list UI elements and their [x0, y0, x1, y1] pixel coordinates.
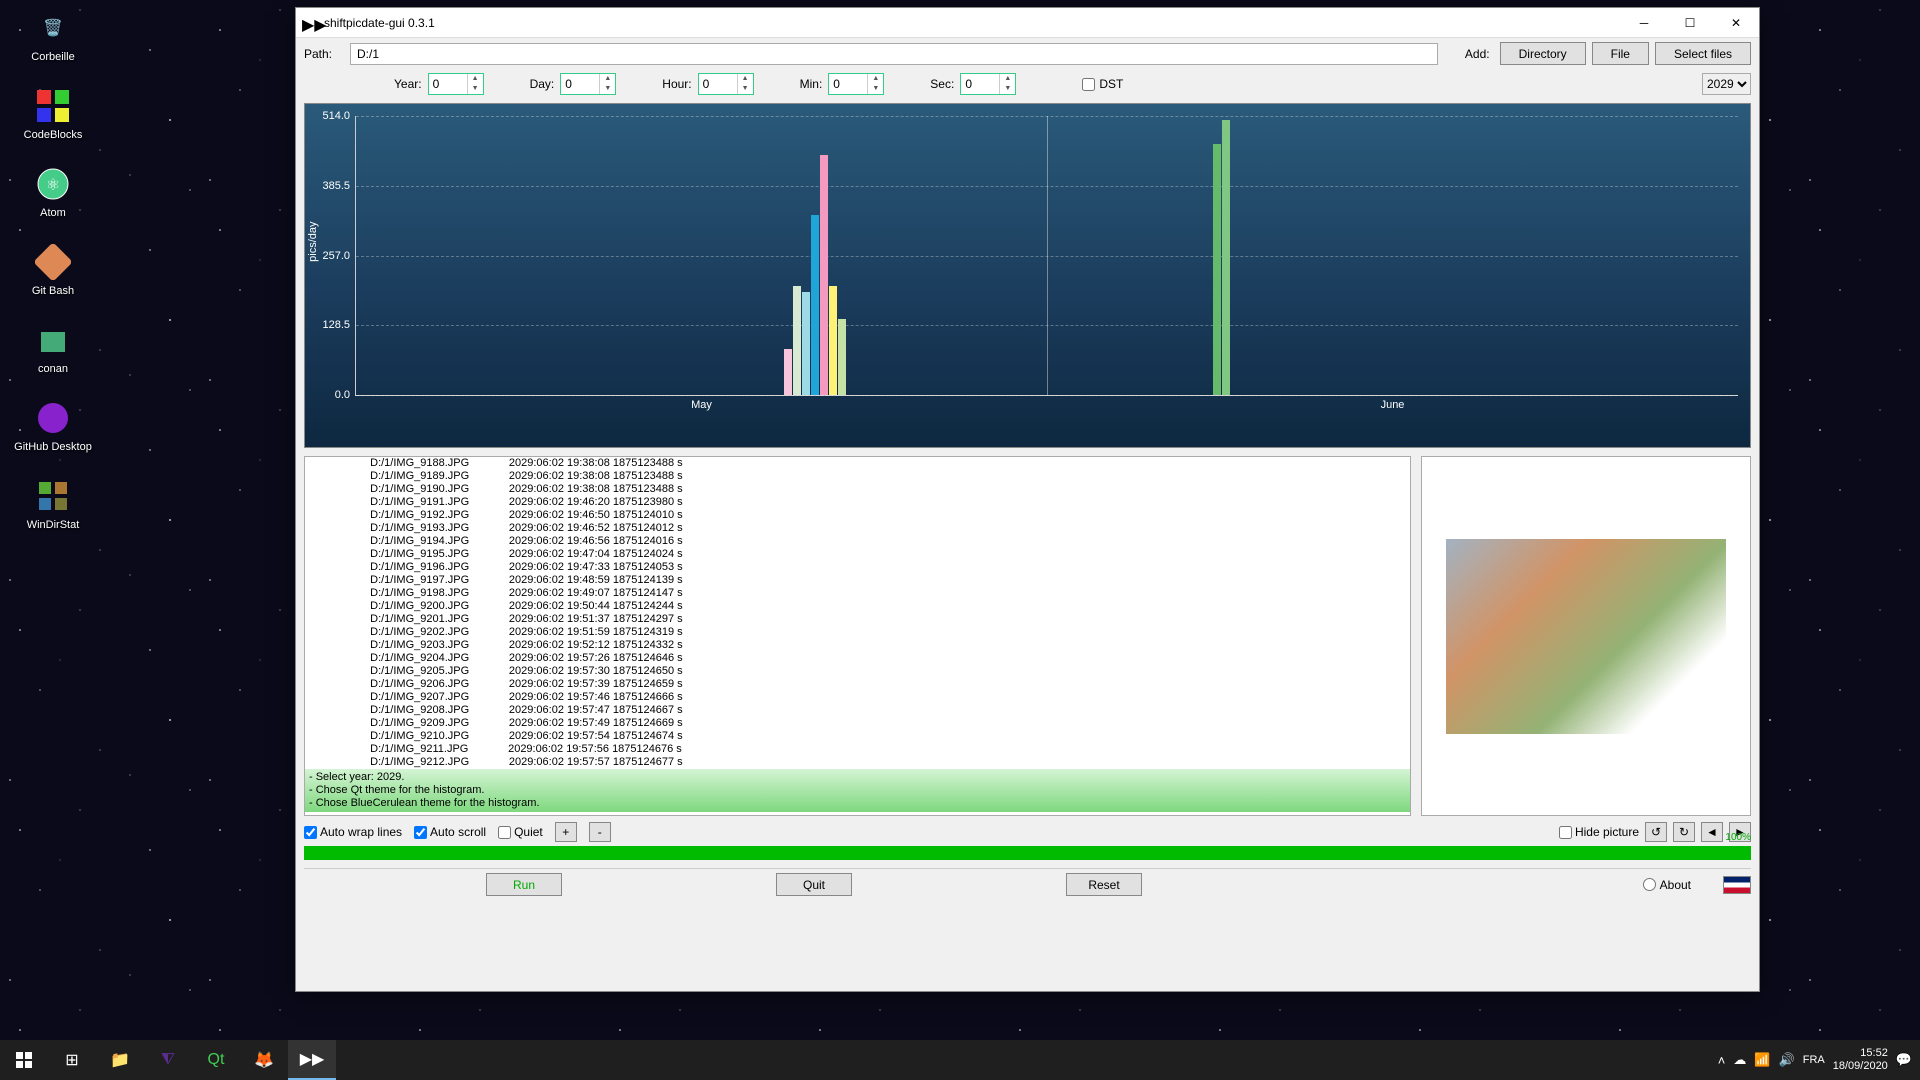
tray-chevron-icon[interactable]: ˄ — [1718, 1053, 1726, 1068]
auto-scroll-checkbox[interactable]: Auto scroll — [414, 825, 486, 839]
min-label: Min: — [800, 77, 823, 91]
select-files-button[interactable]: Select files — [1655, 42, 1751, 65]
desktop-icon-githubdesktop[interactable]: GitHub Desktop — [8, 395, 98, 455]
prev-image-button[interactable]: ◄ — [1701, 822, 1723, 842]
dst-checkbox[interactable]: DST — [1082, 77, 1123, 91]
minimize-button[interactable]: ─ — [1621, 8, 1667, 38]
reset-button[interactable]: Reset — [1066, 873, 1142, 896]
desktop-icon-gitbash[interactable]: Git Bash — [8, 239, 98, 299]
desktop-icon-codeblocks[interactable]: CodeBlocks — [8, 83, 98, 143]
app-window: ▶▶ shiftpicdate-gui 0.3.1 ─ ☐ ✕ Path: Ad… — [295, 7, 1760, 992]
sec-spinner[interactable]: ▲▼ — [960, 73, 1016, 95]
y-axis-label: pics/day — [307, 221, 319, 261]
explorer-icon[interactable]: 📁 — [96, 1040, 144, 1080]
desktop-icon-windirstat[interactable]: WinDirStat — [8, 473, 98, 533]
zoom-out-button[interactable]: - — [589, 822, 611, 842]
app-taskbar-icon[interactable]: ▶▶ — [288, 1040, 336, 1080]
titlebar[interactable]: ▶▶ shiftpicdate-gui 0.3.1 ─ ☐ ✕ — [296, 8, 1759, 38]
path-label: Path: — [304, 47, 344, 61]
day-spinner[interactable]: ▲▼ — [560, 73, 616, 95]
vscode-icon[interactable]: ⧨ — [144, 1040, 192, 1080]
directory-button[interactable]: Directory — [1500, 42, 1586, 65]
histogram-chart: pics/day 0.0128.5257.0385.5514.0MayJune — [304, 103, 1751, 448]
tray-clock[interactable]: 15:52 18/09/2020 — [1833, 1047, 1888, 1073]
taskbar: ⊞ 📁 ⧨ Qt 🦊 ▶▶ ˄ ☁ 📶 🔊 FRA 15:52 18/09/20… — [0, 1040, 1920, 1080]
year-select[interactable]: 2029 — [1702, 73, 1751, 95]
hour-spinner[interactable]: ▲▼ — [698, 73, 754, 95]
tray-language[interactable]: FRA — [1803, 1054, 1825, 1066]
tray-notifications-icon[interactable]: 💬 — [1896, 1052, 1912, 1068]
close-button[interactable]: ✕ — [1713, 8, 1759, 38]
file-button[interactable]: File — [1592, 42, 1649, 65]
maximize-button[interactable]: ☐ — [1667, 8, 1713, 38]
hide-picture-checkbox[interactable]: Hide picture — [1559, 825, 1639, 839]
tray-wifi-icon[interactable]: 📶 — [1754, 1052, 1770, 1068]
desktop-icon-corbeille[interactable]: 🗑️Corbeille — [8, 5, 98, 65]
quit-button[interactable]: Quit — [776, 873, 852, 896]
tray-volume-icon[interactable]: 🔊 — [1779, 1052, 1795, 1068]
start-button[interactable] — [0, 1040, 48, 1080]
desktop-icon-atom[interactable]: ⚛Atom — [8, 161, 98, 221]
language-flag-icon[interactable] — [1723, 876, 1751, 894]
desktop-icons: 🗑️Corbeille CodeBlocks ⚛Atom Git Bash co… — [8, 5, 98, 551]
tray-cloud-icon[interactable]: ☁ — [1733, 1052, 1746, 1068]
zoom-in-button[interactable]: + — [555, 822, 577, 842]
log-output[interactable]: D:/1/IMG_9188.JPG 2029:06:02 19:38:08 18… — [304, 456, 1411, 816]
spinner-up-icon: ▲ — [468, 74, 483, 84]
run-button[interactable]: Run — [486, 873, 562, 896]
path-input[interactable] — [350, 43, 1438, 65]
progress-percent: 100% — [1725, 832, 1751, 843]
image-preview — [1421, 456, 1751, 816]
sec-label: Sec: — [930, 77, 954, 91]
year-spinner[interactable]: ▲▼ — [428, 73, 484, 95]
svg-text:⚛: ⚛ — [46, 177, 60, 194]
hour-label: Hour: — [662, 77, 691, 91]
min-spinner[interactable]: ▲▼ — [828, 73, 884, 95]
auto-wrap-checkbox[interactable]: Auto wrap lines — [304, 825, 402, 839]
day-label: Day: — [530, 77, 555, 91]
spinner-down-icon: ▼ — [468, 84, 483, 94]
app-icon: ▶▶ — [302, 15, 318, 31]
qt-icon[interactable]: Qt — [192, 1040, 240, 1080]
quiet-checkbox[interactable]: Quiet — [498, 825, 543, 839]
window-title: shiftpicdate-gui 0.3.1 — [324, 16, 1621, 30]
rotate-right-button[interactable]: ↻ — [1673, 822, 1695, 842]
preview-thumbnail — [1446, 539, 1726, 734]
about-radio[interactable]: About — [1643, 878, 1691, 892]
task-view-icon[interactable]: ⊞ — [48, 1040, 96, 1080]
rotate-left-button[interactable]: ↺ — [1645, 822, 1667, 842]
year-label: Year: — [394, 77, 422, 91]
firefox-icon[interactable]: 🦊 — [240, 1040, 288, 1080]
desktop-icon-conan[interactable]: conan — [8, 317, 98, 377]
progress-bar: 100% — [304, 846, 1751, 860]
add-label: Add: — [1465, 47, 1490, 61]
